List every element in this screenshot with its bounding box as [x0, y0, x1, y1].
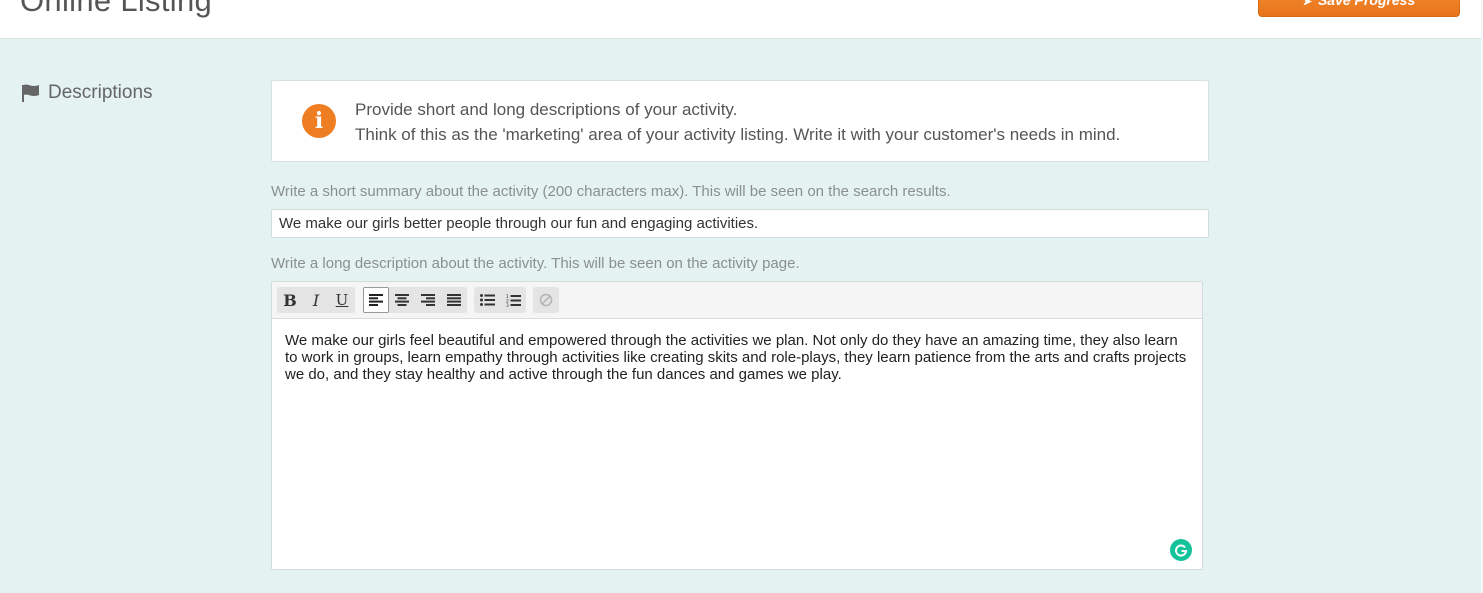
justify-button[interactable]	[441, 287, 467, 313]
editor-toolbar: B I U 123	[272, 282, 1202, 319]
info-box: i Provide short and long descriptions of…	[271, 80, 1209, 162]
svg-text:3: 3	[506, 303, 509, 307]
align-right-button[interactable]	[415, 287, 441, 313]
flag-icon	[22, 84, 39, 102]
clear-formatting-button[interactable]	[533, 287, 559, 313]
summary-label: Write a short summary about the activity…	[271, 183, 951, 200]
arrow-icon: ➤	[1302, 0, 1312, 8]
text-style-group: B I U	[277, 287, 355, 313]
bullet-list-icon	[479, 294, 495, 306]
align-center-icon	[395, 294, 409, 306]
description-label: Write a long description about the activ…	[271, 255, 800, 272]
numbered-list-button[interactable]: 123	[500, 287, 526, 313]
info-line-1: Provide short and long descriptions of y…	[355, 100, 738, 119]
align-justify-icon	[447, 294, 461, 306]
numbered-list-icon: 123	[506, 294, 521, 307]
align-left-button[interactable]	[363, 287, 389, 313]
align-center-button[interactable]	[389, 287, 415, 313]
clear-group	[533, 287, 559, 313]
save-progress-button[interactable]: ➤ Save Progress	[1258, 0, 1460, 17]
align-left-icon	[369, 294, 383, 306]
description-editor[interactable]: B I U 123 We make our girls feel beautif…	[271, 281, 1203, 570]
alignment-group	[363, 287, 467, 313]
list-group: 123	[474, 287, 526, 313]
grammarly-g-icon	[1175, 544, 1188, 557]
info-icon: i	[302, 104, 336, 138]
section-descriptions: Descriptions	[21, 81, 153, 105]
align-right-icon	[421, 294, 435, 306]
italic-button[interactable]: I	[303, 287, 329, 313]
top-bar: Online Listing ➤ Save Progress	[0, 0, 1481, 39]
remove-format-icon	[539, 293, 553, 307]
info-line-2: Think of this as the 'marketing' area of…	[355, 125, 1121, 144]
summary-input[interactable]	[271, 209, 1209, 238]
save-progress-label: Save Progress	[1317, 0, 1416, 8]
description-text[interactable]: We make our girls feel beautiful and emp…	[285, 332, 1190, 383]
page-title: Online Listing	[20, 0, 213, 18]
info-text: Provide short and long descriptions of y…	[355, 97, 1120, 147]
underline-button[interactable]: U	[329, 287, 355, 313]
section-label: Descriptions	[48, 82, 153, 103]
grammarly-icon[interactable]	[1170, 539, 1192, 561]
bold-button[interactable]: B	[277, 287, 303, 313]
bullet-list-button[interactable]	[474, 287, 500, 313]
